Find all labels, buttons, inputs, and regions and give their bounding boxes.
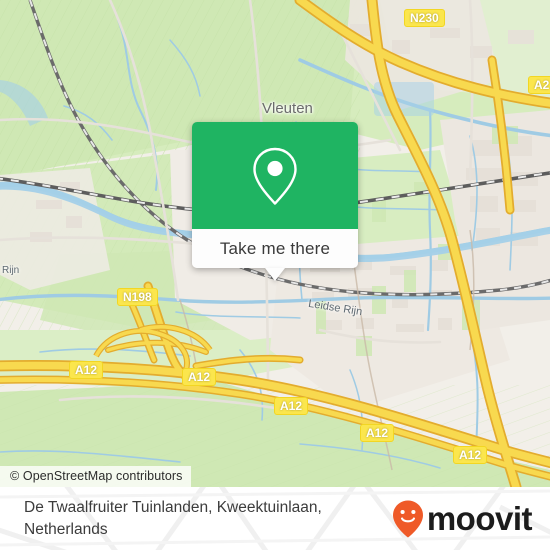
road-shield-a12-3: A12	[274, 397, 309, 415]
road-shield-a12-1: A12	[69, 361, 104, 379]
osm-attribution[interactable]: © OpenStreetMap contributors	[0, 466, 191, 487]
road-shield-a12-2: A12	[182, 368, 217, 386]
moovit-logo[interactable]: moovit	[391, 499, 533, 539]
road-shield-a2: A2	[528, 76, 550, 94]
road-shield-n230: N230	[404, 9, 445, 27]
road-shield-a12-5: A12	[453, 446, 488, 464]
popup-tail	[265, 268, 285, 281]
popup-cta-area[interactable]: Take me there	[192, 229, 358, 281]
road-shield-a12-4: A12	[360, 424, 395, 442]
map-label-rijn: Rijn	[2, 265, 20, 276]
footer-place-name: De Twaalfruiter Tuinlanden, Kweektuinlaa…	[24, 498, 322, 538]
popup-icon-area	[192, 122, 358, 229]
moovit-smiley-pin-icon	[392, 500, 423, 537]
map-label-vleuten: Vleuten	[262, 100, 313, 117]
footer-bar: De Twaalfruiter Tuinlanden, Kweektuinlaa…	[0, 487, 550, 550]
road-shield-n198: N198	[117, 288, 158, 306]
map-screenshot: Vleuten Leidse Rijn Rijn N230 A2 N198 A1…	[0, 0, 550, 550]
location-pin-icon	[253, 147, 297, 205]
take-me-there-label: Take me there	[219, 238, 331, 258]
moovit-wordmark: moovit	[426, 500, 533, 537]
location-popup-card[interactable]: Take me there	[192, 122, 358, 281]
